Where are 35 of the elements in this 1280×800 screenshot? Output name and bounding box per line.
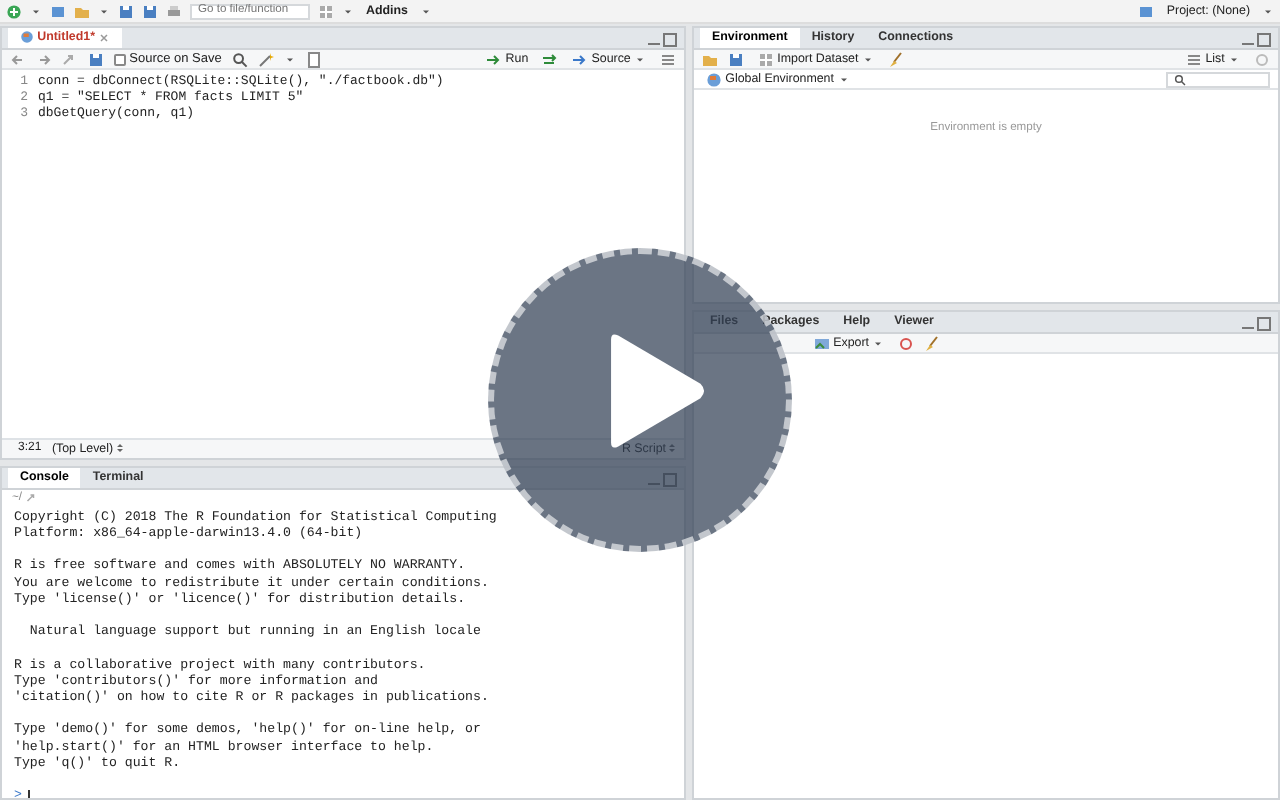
broom-icon[interactable] bbox=[887, 51, 904, 67]
remove-plot-icon[interactable] bbox=[898, 335, 915, 351]
close-icon[interactable] bbox=[98, 31, 111, 43]
maximize-icon[interactable] bbox=[1256, 32, 1272, 48]
new-file-icon[interactable] bbox=[6, 3, 22, 19]
show-in-window-icon[interactable] bbox=[62, 51, 78, 67]
magic-wand-icon[interactable] bbox=[257, 51, 274, 67]
new-project-icon[interactable] bbox=[50, 3, 66, 19]
r-file-icon bbox=[20, 30, 34, 44]
search-icon[interactable] bbox=[231, 51, 248, 67]
broom-icon[interactable] bbox=[924, 335, 941, 351]
save-all-icon[interactable] bbox=[142, 3, 158, 19]
list-icon bbox=[1186, 51, 1203, 67]
save-icon[interactable] bbox=[88, 51, 104, 67]
document-icon[interactable] bbox=[305, 51, 322, 67]
save-icon[interactable] bbox=[728, 51, 744, 67]
search-field[interactable] bbox=[1166, 71, 1270, 87]
save-icon[interactable] bbox=[118, 3, 134, 19]
image-icon bbox=[814, 335, 830, 351]
list-icon[interactable] bbox=[660, 51, 676, 67]
forward-arrow-icon[interactable] bbox=[36, 51, 52, 67]
run-arrow-icon bbox=[486, 51, 503, 67]
r-globe-icon bbox=[706, 71, 722, 87]
text-cursor bbox=[27, 790, 30, 798]
print-icon[interactable] bbox=[166, 3, 182, 19]
rerun-icon[interactable] bbox=[542, 51, 559, 67]
share-arrow-icon[interactable] bbox=[25, 491, 38, 504]
updown-icon bbox=[113, 440, 126, 457]
back-arrow-icon[interactable] bbox=[10, 51, 26, 67]
maximize-icon[interactable] bbox=[1256, 316, 1272, 332]
maximize-icon[interactable] bbox=[662, 32, 678, 48]
search-icon bbox=[1174, 73, 1186, 85]
project-cube-icon[interactable] bbox=[1138, 3, 1155, 19]
source-arrow-icon bbox=[572, 51, 589, 67]
grid-icon[interactable] bbox=[318, 3, 334, 19]
